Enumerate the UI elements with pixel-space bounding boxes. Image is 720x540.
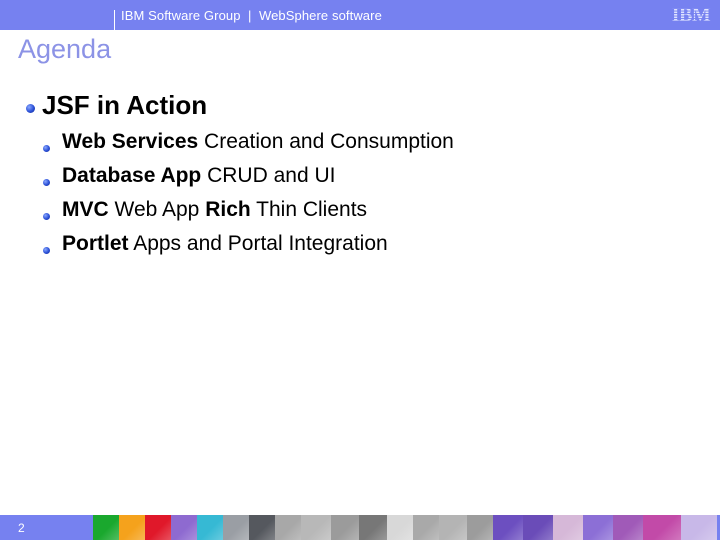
bullet-icon (43, 247, 50, 254)
page-title: Agenda (18, 34, 112, 64)
agenda-heading: JSF in Action (42, 90, 208, 120)
list-item: Portlet Apps and Portal Integration (62, 232, 388, 255)
lavender-tile (681, 515, 717, 540)
bullet-icon (43, 145, 50, 152)
green-checker-tile (93, 515, 119, 540)
gray-metal-tile (223, 515, 249, 540)
red-starburst-tile (145, 515, 171, 540)
gray-curve-tile (439, 515, 467, 540)
light-gray-tile (387, 515, 413, 540)
orange-sun-tile (119, 515, 145, 540)
header-separator (114, 10, 115, 32)
face-bw-tile (275, 515, 301, 540)
bullet-icon (43, 213, 50, 220)
footer-image-strip (93, 515, 720, 540)
cyan-crystal-tile (197, 515, 223, 540)
bullet-icon (26, 104, 35, 113)
purple-checker-tile (523, 515, 553, 540)
ibm-logo-icon: IBM (666, 4, 716, 24)
header-product: WebSphere software (258, 8, 382, 23)
purple-fiber-tile (171, 515, 197, 540)
list-item: Web Services Creation and Consumption (62, 130, 454, 153)
gray-tile (467, 515, 493, 540)
gray-wave-tile (301, 515, 331, 540)
bullet-icon (43, 179, 50, 186)
violet-tile (613, 515, 643, 540)
page-number: 2 (18, 521, 25, 535)
mid-gray-tile (413, 515, 439, 540)
list-item: MVC Web App Rich Thin Clients (62, 198, 368, 221)
dark-swirl-tile (249, 515, 275, 540)
purple-globe-tile (583, 515, 613, 540)
face-pink-tile (553, 515, 583, 540)
header-group: IBM Software Group (121, 8, 241, 23)
header-text: IBM Software Group | WebSphere software (121, 8, 382, 23)
header-divider: | (248, 8, 252, 23)
gray-plain-tile (331, 515, 359, 540)
hand-bw-tile (359, 515, 387, 540)
purple-starburst-tile (493, 515, 523, 540)
magenta-cross-tile (643, 515, 681, 540)
list-item: Database App CRUD and UI (62, 164, 336, 187)
